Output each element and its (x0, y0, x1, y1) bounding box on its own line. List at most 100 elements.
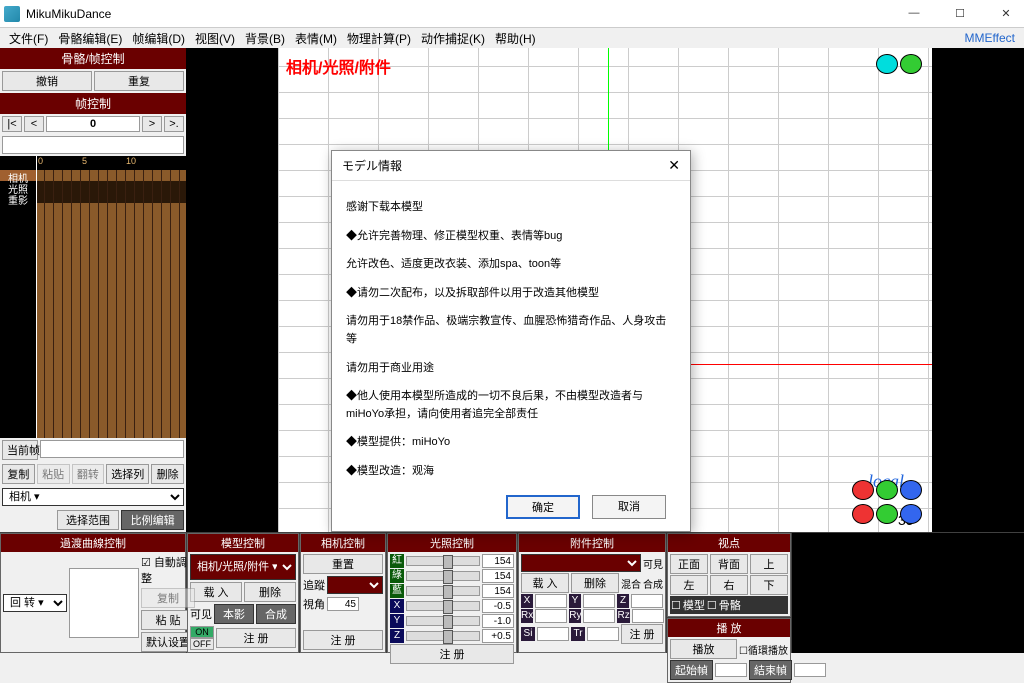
view-up-button[interactable]: 上 (750, 554, 788, 574)
camera-register-button[interactable]: 注 册 (303, 630, 383, 650)
menu-motion-capture[interactable]: 动作捕捉(K) (416, 30, 490, 47)
model-checkbox[interactable]: ☐ (671, 599, 681, 612)
timeline-playhead[interactable] (36, 156, 37, 438)
acc-tr[interactable] (587, 627, 619, 641)
frame-first-button[interactable]: |< (2, 116, 22, 132)
compose-button[interactable]: 合成 (256, 604, 296, 624)
menu-mmeffect[interactable]: MMEffect (960, 31, 1020, 45)
frame-prev-button[interactable]: < (24, 116, 44, 132)
menu-view[interactable]: 视图(V) (190, 30, 240, 47)
ly-slider[interactable] (406, 616, 480, 626)
acc-rx[interactable] (535, 609, 567, 623)
menu-expression[interactable]: 表情(M) (290, 30, 342, 47)
curve-copy-button[interactable]: 复制 (141, 588, 195, 608)
bone-checkbox[interactable]: ☐ (707, 599, 717, 612)
paste-button[interactable]: 粘贴 (37, 464, 70, 484)
off-toggle[interactable]: OFF (190, 638, 214, 650)
acc-y[interactable] (583, 594, 615, 608)
menu-background[interactable]: 背景(B) (240, 30, 290, 47)
orientation-gizmo[interactable] (852, 480, 922, 524)
acc-z[interactable] (631, 594, 663, 608)
start-frame-input[interactable] (715, 663, 747, 677)
frame-last-button[interactable]: >. (164, 116, 184, 132)
view-down-button[interactable]: 下 (750, 575, 788, 595)
menu-help[interactable]: 帮助(H) (490, 30, 541, 47)
model-select[interactable]: 相机 ▾ (2, 488, 184, 506)
frame-next-button[interactable]: > (142, 116, 162, 132)
gizmo-z-icon[interactable] (900, 480, 922, 500)
accessory-delete-button[interactable]: 删除 (571, 573, 619, 593)
gizmo-rx-icon[interactable] (852, 504, 874, 524)
view-right-button[interactable]: 右 (710, 575, 748, 595)
curve-editor[interactable] (69, 568, 139, 638)
track-camera[interactable]: 相机 (0, 170, 36, 181)
model-panel-select[interactable]: 相机/光照/附件 ▾ (190, 554, 296, 580)
redo-button[interactable]: 重复 (94, 71, 184, 91)
track-name-input[interactable] (2, 136, 184, 154)
dialog-cancel-button[interactable]: 取消 (592, 495, 666, 519)
camera-follow-select[interactable] (327, 576, 383, 594)
copy-button[interactable]: 复制 (2, 464, 35, 484)
undo-button[interactable]: 撤销 (2, 71, 92, 91)
view-back-button[interactable]: 背面 (710, 554, 748, 574)
view-angle-input[interactable] (327, 597, 359, 611)
close-button[interactable]: ✕ (992, 7, 1020, 20)
acc-si[interactable] (537, 627, 569, 641)
view-left-button[interactable]: 左 (670, 575, 708, 595)
lz-slider[interactable] (406, 631, 480, 641)
flip-button[interactable]: 翻转 (72, 464, 105, 484)
select-range-button[interactable]: 选择范围 (57, 510, 120, 530)
lz-value[interactable] (482, 629, 514, 643)
menu-frame-edit[interactable]: 帧编辑(D) (127, 30, 190, 47)
play-button[interactable]: 播放 (670, 639, 737, 659)
gizmo-ry-icon[interactable] (876, 504, 898, 524)
camera-reset-button[interactable]: 重置 (303, 554, 383, 574)
move-tool-icon[interactable] (900, 54, 922, 74)
red-slider[interactable] (406, 556, 480, 566)
model-delete-button[interactable]: 删除 (244, 582, 296, 602)
acc-x[interactable] (535, 594, 567, 608)
light-register-button[interactable]: 注 册 (390, 644, 514, 664)
accessory-load-button[interactable]: 载 入 (521, 573, 569, 593)
menu-bone-edit[interactable]: 骨骼编辑(E) (53, 30, 127, 47)
shadow-button[interactable]: 本影 (214, 604, 254, 624)
gizmo-y-icon[interactable] (876, 480, 898, 500)
menu-physics[interactable]: 物理計算(P) (342, 30, 416, 47)
minimize-button[interactable]: — (900, 7, 928, 20)
search-tool-icon[interactable] (876, 54, 898, 74)
curve-axis-select[interactable]: 回 转 ▾ (3, 594, 67, 612)
delete-button[interactable]: 删除 (151, 464, 184, 484)
lx-slider[interactable] (406, 601, 480, 611)
acc-rz[interactable] (632, 609, 664, 623)
scale-edit-button[interactable]: 比例编辑 (121, 510, 184, 530)
green-value[interactable] (482, 569, 514, 583)
red-value[interactable] (482, 554, 514, 568)
blue-value[interactable] (482, 584, 514, 598)
frame-number-input[interactable]: 0 (46, 116, 140, 132)
acc-ry[interactable] (583, 609, 615, 623)
maximize-button[interactable]: ☐ (946, 7, 974, 20)
green-slider[interactable] (406, 571, 480, 581)
select-col-button[interactable]: 选择列 (106, 464, 149, 484)
dialog-close-button[interactable]: ✕ (668, 157, 680, 174)
loop-checkbox[interactable]: ☐循環播放 (739, 642, 788, 657)
timeline[interactable]: 0 5 10 相机 光照 重影 (0, 156, 186, 438)
view-front-button[interactable]: 正面 (670, 554, 708, 574)
current-frame-field[interactable] (40, 440, 184, 458)
accessory-select[interactable] (521, 554, 641, 572)
dialog-ok-button[interactable]: 确定 (506, 495, 580, 519)
ly-value[interactable] (482, 614, 514, 628)
on-toggle[interactable]: ON (190, 626, 214, 638)
lx-value[interactable] (482, 599, 514, 613)
model-load-button[interactable]: 载 入 (190, 582, 242, 602)
model-register-button[interactable]: 注 册 (216, 628, 296, 648)
accessory-register-button[interactable]: 注 册 (621, 624, 663, 644)
track-shadow[interactable]: 重影 (0, 192, 36, 203)
gizmo-rz-icon[interactable] (900, 504, 922, 524)
gizmo-x-icon[interactable] (852, 480, 874, 500)
blue-slider[interactable] (406, 586, 480, 596)
end-frame-button[interactable]: 結束幀 (749, 660, 792, 680)
menu-file[interactable]: 文件(F) (4, 30, 53, 47)
track-light[interactable]: 光照 (0, 181, 36, 192)
end-frame-input[interactable] (794, 663, 826, 677)
